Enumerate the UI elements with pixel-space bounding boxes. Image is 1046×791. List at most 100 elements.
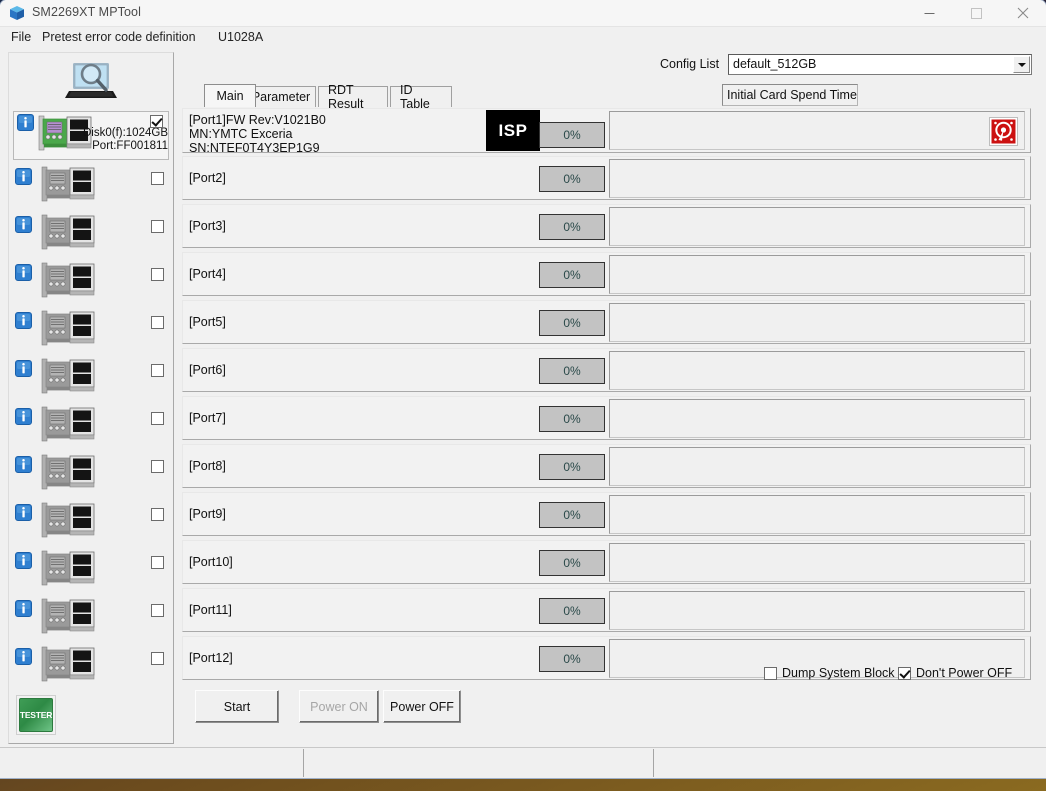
device-list-item-10[interactable]	[13, 592, 169, 640]
port-row-5[interactable]: [Port5] 0%	[182, 300, 1031, 344]
port-status-area	[609, 255, 1025, 294]
device-select-checkbox-5[interactable]	[151, 364, 164, 377]
device-list-item-11[interactable]	[13, 640, 169, 688]
info-icon[interactable]	[15, 312, 32, 329]
device-select-checkbox-7[interactable]	[151, 460, 164, 473]
device-list-item-2[interactable]	[13, 208, 169, 256]
info-icon[interactable]	[15, 408, 32, 425]
device-list-item-0[interactable]: Disk0(f):1024GB Port:FF001811	[13, 111, 169, 160]
pcie-card-icon	[41, 406, 95, 442]
info-icon[interactable]	[15, 648, 32, 665]
menu-item-version[interactable]: U1028A	[218, 30, 263, 44]
device-list-item-6[interactable]	[13, 400, 169, 448]
port-row-10[interactable]: [Port10] 0%	[182, 540, 1031, 584]
info-icon[interactable]	[15, 168, 32, 185]
pcie-card-icon	[41, 598, 95, 634]
info-icon[interactable]	[15, 360, 32, 377]
port-row-11[interactable]: [Port11] 0%	[182, 588, 1031, 632]
device-select-checkbox-3[interactable]	[151, 268, 164, 281]
maximize-icon	[970, 7, 982, 19]
port-row-9[interactable]: [Port9] 0%	[182, 492, 1031, 536]
dont-power-off-label: Don't Power OFF	[916, 666, 1013, 680]
pcie-card-icon	[39, 597, 97, 635]
pcie-card-icon	[41, 454, 95, 490]
menu-item-pretest-error-code-definition[interactable]: Pretest error code definition	[42, 30, 196, 44]
config-list-dropdown[interactable]: default_512GB	[728, 54, 1032, 75]
port-progress: 0%	[539, 310, 605, 336]
device-select-checkbox-2[interactable]	[151, 220, 164, 233]
port-status-area	[609, 591, 1025, 630]
info-icon[interactable]	[15, 456, 32, 473]
menu-item-file[interactable]: File	[11, 30, 31, 44]
info-icon[interactable]	[15, 504, 32, 521]
device-list-item-7[interactable]	[13, 448, 169, 496]
chevron-down-icon[interactable]	[1013, 56, 1030, 73]
device-select-checkbox-8[interactable]	[151, 508, 164, 521]
device-list-item-5[interactable]	[13, 352, 169, 400]
port-progress: 0%	[539, 550, 605, 576]
info-icon	[15, 216, 32, 233]
device-select-checkbox-4[interactable]	[151, 316, 164, 329]
scan-devices-button[interactable]	[9, 56, 173, 108]
device-select-checkbox-1[interactable]	[151, 172, 164, 185]
tab-id-table[interactable]: ID Table	[390, 83, 452, 111]
port-row-3[interactable]: [Port3] 0%	[182, 204, 1031, 248]
port-progress: 0%	[539, 358, 605, 384]
port-status-area	[609, 159, 1025, 198]
info-icon[interactable]	[15, 264, 32, 281]
device-select-checkbox-10[interactable]	[151, 604, 164, 617]
maximize-button[interactable]	[953, 0, 999, 26]
tab-main[interactable]: Main	[204, 84, 256, 107]
tab-label: ID Table	[400, 83, 430, 111]
info-icon[interactable]	[15, 552, 32, 569]
port-row-7[interactable]: [Port7] 0%	[182, 396, 1031, 440]
device-select-checkbox-6[interactable]	[151, 412, 164, 425]
pcie-card-icon	[41, 646, 95, 682]
device-list-item-9[interactable]	[13, 544, 169, 592]
port-progress: 0%	[539, 166, 605, 192]
port-row-4[interactable]: [Port4] 0%	[182, 252, 1031, 296]
device-list-item-4[interactable]	[13, 304, 169, 352]
port-row-2[interactable]: [Port2] 0%	[182, 156, 1031, 200]
device-select-checkbox-9[interactable]	[151, 556, 164, 569]
minimize-button[interactable]	[906, 0, 952, 26]
port-progress: 0%	[539, 502, 605, 528]
port-row-1[interactable]: [Port1]FW Rev:V1021B0 MN:YMTC Exceria SN…	[182, 108, 1031, 155]
device-select-checkbox-0[interactable]	[150, 115, 163, 128]
dont-power-off-checkbox[interactable]: Don't Power OFF	[898, 664, 1012, 682]
status-panel-2	[304, 749, 654, 777]
config-list-row: Config List default_512GB	[660, 54, 1038, 76]
power-on-button[interactable]: Power ON	[299, 690, 379, 723]
dump-system-block-box[interactable]	[764, 666, 777, 680]
window-title: SM2269XT MPTool	[32, 5, 141, 19]
device-select-checkbox-11[interactable]	[151, 652, 164, 665]
port-row-6[interactable]: [Port6] 0%	[182, 348, 1031, 392]
initial-card-spend-time-label: Initial Card Spend Time	[722, 84, 858, 106]
port-row-8[interactable]: [Port8] 0%	[182, 444, 1031, 488]
desktop-background: SM2269XT MPTool File Pretest error code …	[0, 0, 1046, 791]
pcie-card-icon	[39, 405, 97, 443]
power-off-button[interactable]: Power OFF	[383, 690, 461, 723]
device-list-item-8[interactable]	[13, 496, 169, 544]
info-icon[interactable]	[17, 114, 34, 131]
tab-parameter[interactable]: Parameter	[246, 86, 316, 107]
options-checkbox-row: Dump System Block Don't Power OFF	[756, 664, 1036, 684]
close-button[interactable]	[1000, 0, 1046, 26]
tester-button[interactable]: TESTER	[16, 695, 56, 735]
hard-drive-icon[interactable]	[989, 117, 1018, 146]
tab-rdt-result[interactable]: RDT Result	[318, 83, 388, 111]
mptool-window: SM2269XT MPTool File Pretest error code …	[0, 0, 1046, 778]
start-button[interactable]: Start	[195, 690, 279, 723]
dont-power-off-box[interactable]	[898, 666, 911, 680]
port-label: [Port10]	[189, 555, 233, 569]
port-status-area	[609, 351, 1025, 390]
device-list-item-1[interactable]	[13, 160, 169, 208]
dump-system-block-checkbox[interactable]: Dump System Block	[764, 664, 895, 682]
port-label: [Port6]	[189, 363, 226, 377]
info-icon[interactable]	[15, 216, 32, 233]
info-icon	[15, 360, 32, 377]
main-body: Disk0(f):1024GB Port:FF001811 TESTER Conf…	[0, 48, 1046, 748]
device-list-item-3[interactable]	[13, 256, 169, 304]
info-icon[interactable]	[15, 600, 32, 617]
device-capacity: Disk0(f):1024GB	[82, 127, 168, 139]
